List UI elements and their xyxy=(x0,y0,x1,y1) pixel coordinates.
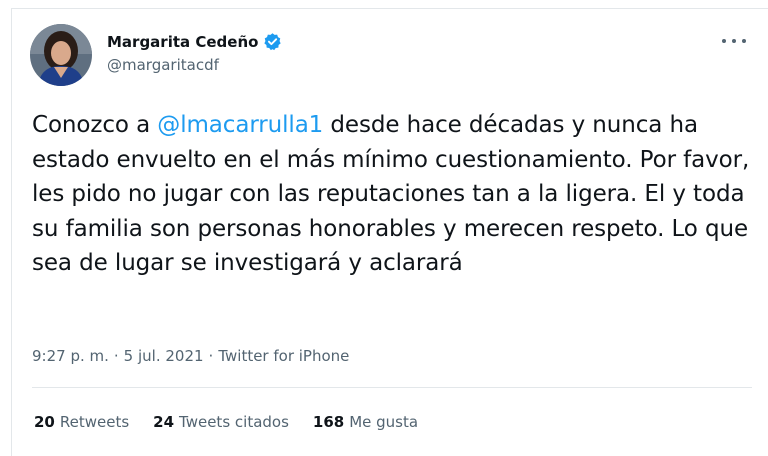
avatar[interactable] xyxy=(30,24,92,86)
dot xyxy=(742,39,746,43)
tweet-time[interactable]: 9:27 p. m. xyxy=(32,347,109,365)
tweet-date[interactable]: 5 jul. 2021 xyxy=(124,347,204,365)
likes-label: Me gusta xyxy=(349,413,419,431)
verified-badge-icon xyxy=(263,32,282,51)
engagement-stats: 20 Retweets 24 Tweets citados 168 Me gusta xyxy=(34,413,418,431)
tweet-metadata: 9:27 p. m. · 5 jul. 2021 · Twitter for i… xyxy=(32,347,349,365)
display-name[interactable]: Margarita Cedeño xyxy=(107,33,258,51)
meta-separator: · xyxy=(113,347,119,365)
name-row: Margarita Cedeño xyxy=(107,32,282,51)
dot xyxy=(732,39,736,43)
quotes-label: Tweets citados xyxy=(179,413,289,431)
quotes-count: 24 xyxy=(153,413,175,431)
tweet-text-start: Conozco a xyxy=(32,112,158,138)
retweets-stat[interactable]: 20 Retweets xyxy=(34,413,129,431)
retweets-count: 20 xyxy=(34,413,55,431)
divider xyxy=(32,387,752,388)
retweets-label: Retweets xyxy=(59,413,130,431)
likes-stat[interactable]: 168 Me gusta xyxy=(313,413,418,431)
tweet-text: Conozco a @lmacarrulla1 desde hace décad… xyxy=(32,108,752,281)
avatar-image xyxy=(30,24,92,86)
meta-separator: · xyxy=(208,347,214,365)
mention-link[interactable]: @lmacarrulla1 xyxy=(157,112,323,138)
likes-count: 168 xyxy=(312,413,345,431)
more-options-icon[interactable] xyxy=(722,35,746,47)
dot xyxy=(722,39,726,43)
author-handle[interactable]: @margaritacdf xyxy=(107,56,219,74)
quote-tweets-stat[interactable]: 24 Tweets citados xyxy=(153,413,289,431)
tweet-source[interactable]: Twitter for iPhone xyxy=(218,347,349,365)
tweet-card: Margarita Cedeño @margaritacdf Conozco a… xyxy=(11,8,768,456)
